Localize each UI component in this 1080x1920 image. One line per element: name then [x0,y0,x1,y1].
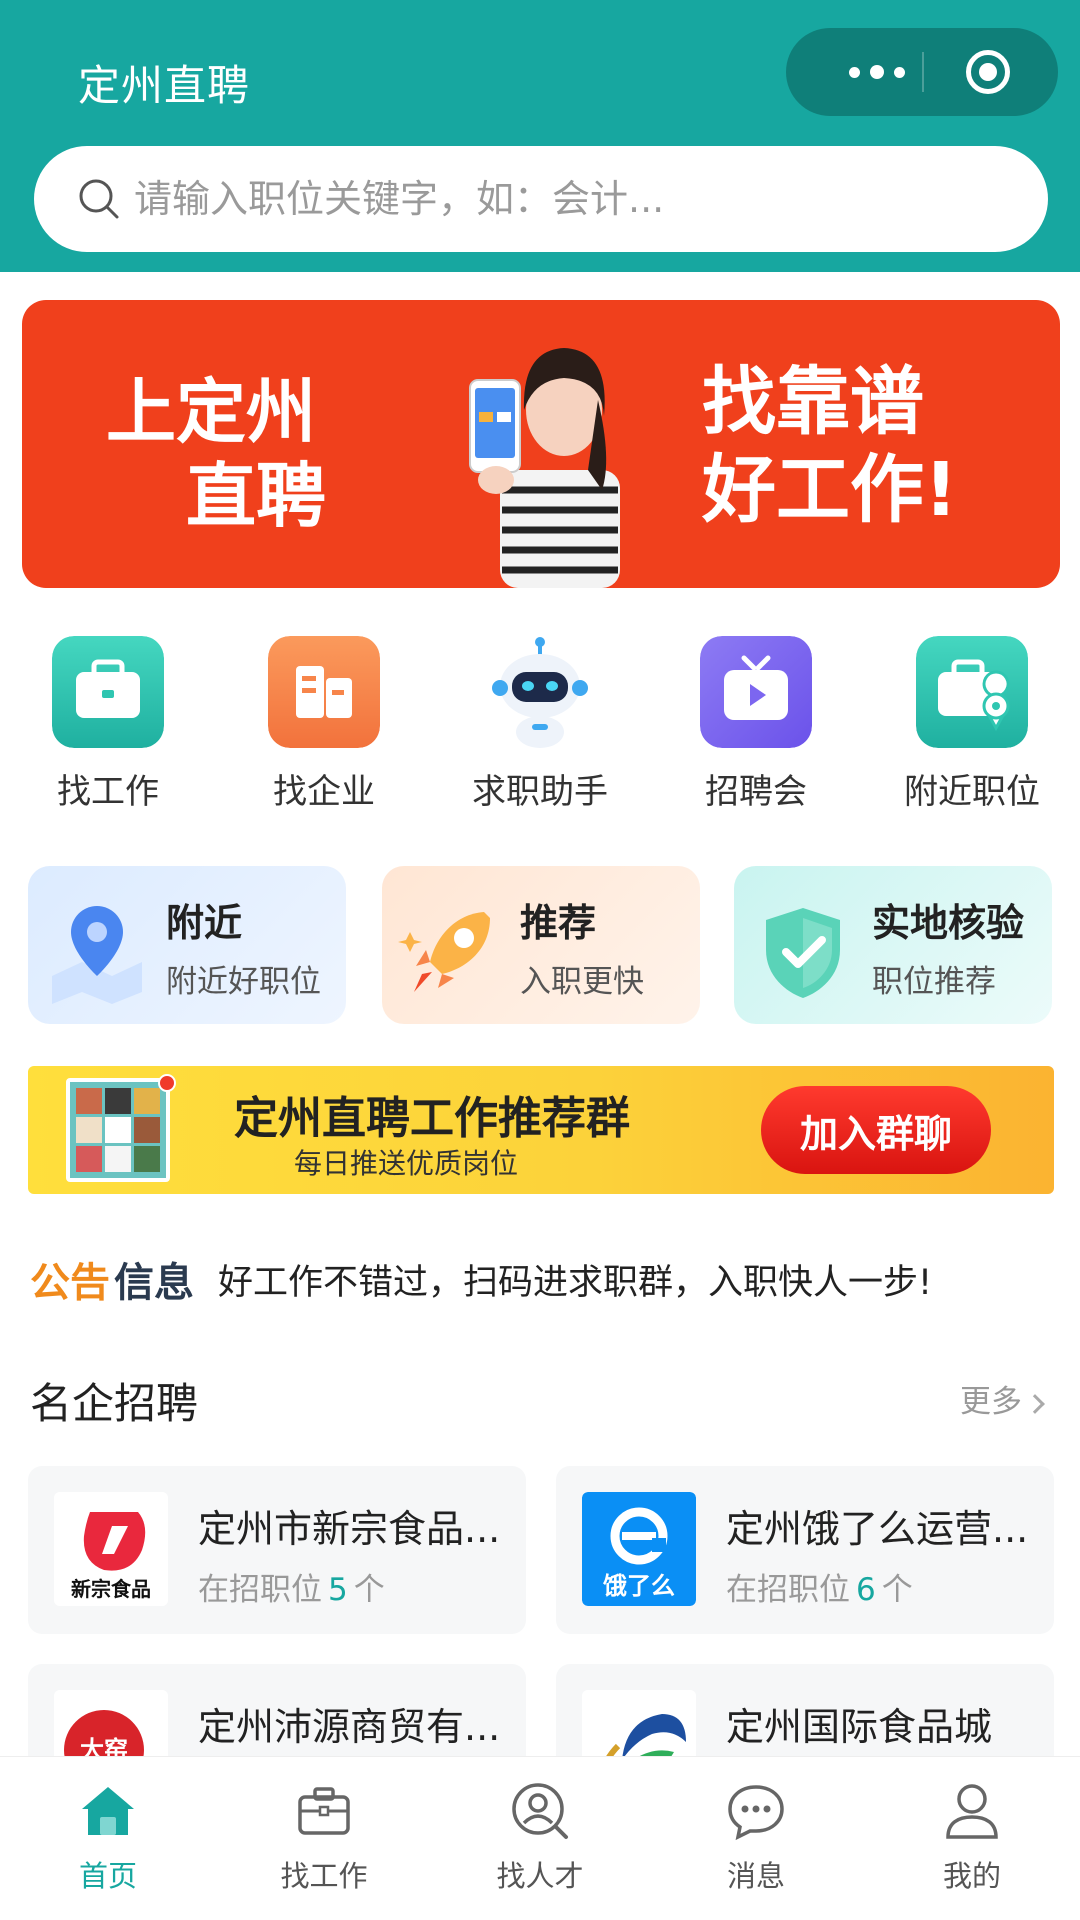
quick-nearby-jobs-label: 附近职位 [904,772,1040,812]
shield-check-icon [766,908,840,998]
company-name: 定州国际食品城 [726,1705,993,1749]
more-dots-icon[interactable] [832,52,922,92]
banner-left-line2: 直聘 [186,455,326,537]
svg-text:新宗食品: 新宗食品 [71,1577,151,1601]
quick-find-job-label: 找工作 [57,772,159,812]
feature-recommend-subtitle: 入职更快 [520,964,644,1000]
quick-menu: 找工作 找企业 求职助手 招聘会 附近职位 [0,636,1080,816]
quick-assistant[interactable]: 求职助手 [432,636,648,816]
more-link[interactable]: 更多 [960,1376,1045,1421]
robot-icon [492,637,588,748]
tab-me-label: 我的 [942,1859,1001,1893]
company-name: 定州饿了么运营... [726,1507,1029,1551]
tab-me[interactable]: 我的 [864,1757,1080,1920]
quick-find-job[interactable]: 找工作 [0,636,216,816]
feature-verify-subtitle: 职位推荐 [872,964,996,1000]
briefcase-icon [298,1787,350,1835]
feature-verify-title: 实地核验 [872,901,1025,945]
tab-home[interactable]: 首页 [0,1757,216,1920]
search-icon [79,179,119,219]
join-group-button[interactable]: 加入群聊 [761,1086,991,1174]
bottom-tab-bar: 首页 找工作 找人才 消息 我的 [0,1756,1080,1920]
company-name: 定州市新宗食品... [198,1507,501,1551]
rocket-icon [398,912,490,992]
home-icon [82,1787,134,1835]
notification-dot [158,1074,176,1092]
target-icon[interactable] [966,50,1010,94]
notice-tag-part2: 信息 [114,1260,194,1306]
company-card[interactable]: 饿了么 定州饿了么运营... 在招职位 6 个 [556,1466,1054,1634]
banner-person-illustration [469,348,620,588]
notice-text: 好工作不错过，扫码进求职群，入职快人一步! [218,1263,933,1303]
group-subtitle: 每日推送优质岗位 [294,1147,519,1180]
map-pin-icon [52,906,142,1004]
briefcase-icon [52,636,164,748]
capsule-divider [922,52,924,92]
talent-search-icon [512,1783,568,1839]
feature-card-nearby[interactable]: 附近 附近好职位 [28,866,346,1024]
feature-nearby-title: 附近 [166,901,243,945]
quick-find-company-label: 找企业 [273,772,375,812]
message-icon [728,1785,784,1841]
banner-left-text: 上定州 直聘 [106,370,326,538]
quick-job-fair[interactable]: 招聘会 [648,636,864,816]
mini-program-capsule [786,28,1058,116]
tab-home-label: 首页 [78,1859,137,1893]
feature-card-recommend[interactable]: 推荐 入职更快 [382,866,700,1024]
tv-play-icon [700,636,812,748]
feature-card-verify[interactable]: 实地核验 职位推荐 [734,866,1052,1024]
notice-tag-part1: 公告 [30,1260,110,1306]
quick-find-company[interactable]: 找企业 [216,636,432,816]
section-title: 名企招聘 [30,1379,199,1428]
tab-messages-label: 消息 [726,1859,785,1893]
tab-messages[interactable]: 消息 [648,1757,864,1920]
app-title: 定州直聘 [78,61,251,110]
search-bar[interactable] [34,146,1048,252]
banner-right-line2: 好工作! [702,447,958,533]
tab-find-talent-label: 找人才 [496,1859,584,1893]
banner-right-line1: 找靠谱 [702,359,924,445]
group-title: 定州直聘工作推荐群 [234,1093,630,1144]
tab-find-job-label: 找工作 [280,1859,368,1893]
header: 定州直聘 [0,0,1080,272]
quick-assistant-label: 求职助手 [472,772,608,812]
briefcase-location-icon [916,636,1028,748]
notice-bar[interactable]: 公告 信息 好工作不错过，扫码进求职群，入职快人一步! [30,1246,1050,1306]
banner-left-line1: 上定州 [106,371,316,453]
job-group-banner[interactable]: 定州直聘工作推荐群 每日推送优质岗位 加入群聊 [28,1066,1054,1194]
quick-job-fair-label: 招聘会 [705,772,807,812]
chevron-right-icon [1025,1393,1045,1414]
quick-nearby-jobs[interactable]: 附近职位 [864,636,1080,816]
company-card[interactable]: 新宗食品 定州市新宗食品... 在招职位 5 个 [28,1466,526,1634]
more-label: 更多 [960,1384,1022,1420]
company-logo: 新宗食品 [54,1492,168,1606]
company-logo: 饿了么 [582,1492,696,1606]
company-name: 定州沛源商贸有... [198,1705,501,1749]
company-job-count: 在招职位 6 个 [726,1572,913,1608]
svg-text:饿了么: 饿了么 [602,1572,675,1600]
feature-nearby-subtitle: 附近好职位 [166,964,321,1000]
group-avatar-collage [66,1078,170,1182]
tab-find-job[interactable]: 找工作 [216,1757,432,1920]
promo-banner[interactable]: 上定州 直聘 找靠谱 好工作! [22,300,1060,588]
feature-recommend-title: 推荐 [520,901,597,945]
user-icon [946,1784,998,1839]
search-input[interactable] [134,168,1014,230]
building-icon [268,636,380,748]
banner-right-text: 找靠谱 好工作! [702,358,958,534]
company-job-count: 在招职位 5 个 [198,1572,385,1608]
tab-find-talent[interactable]: 找人才 [432,1757,648,1920]
